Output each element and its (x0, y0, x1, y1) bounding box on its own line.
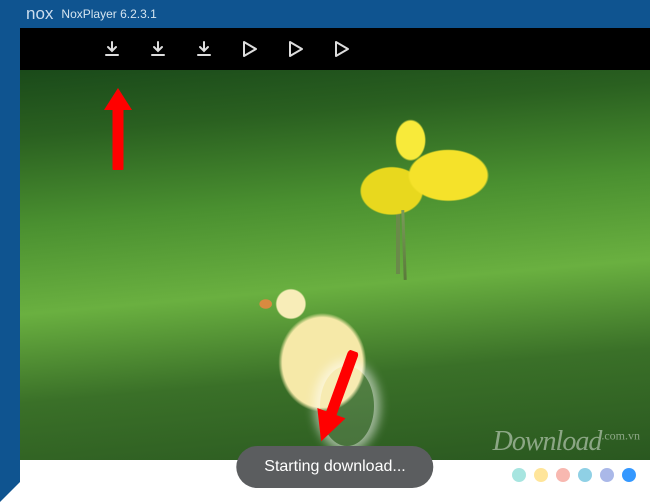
toolbar (20, 28, 650, 70)
window-title: NoxPlayer 6.2.3.1 (61, 7, 156, 21)
annotation-arrow-up (100, 84, 136, 175)
watermark-text: Download (493, 426, 602, 457)
pager-dot[interactable] (512, 468, 526, 482)
toast-message: Starting download... (264, 458, 405, 475)
play-3-icon[interactable] (332, 39, 352, 59)
pager-dot[interactable] (578, 468, 592, 482)
download-3-icon[interactable] (194, 39, 214, 59)
download-2-icon[interactable] (148, 39, 168, 59)
app-logo: nox (26, 4, 53, 24)
pager-dot[interactable] (622, 468, 636, 482)
download-1-icon[interactable] (102, 39, 122, 59)
watermark: Download.com.vn (493, 426, 640, 458)
toast-notification: Starting download... (236, 446, 433, 488)
pager-dots (512, 468, 636, 482)
play-1-icon[interactable] (240, 39, 260, 59)
watermark-suffix: .com.vn (601, 429, 640, 443)
app-window: nox NoxPlayer 6.2.3.1 (0, 0, 650, 502)
titlebar: nox NoxPlayer 6.2.3.1 (20, 0, 650, 28)
pager-dot[interactable] (600, 468, 614, 482)
pager-dot[interactable] (556, 468, 570, 482)
play-2-icon[interactable] (286, 39, 306, 59)
pager-dot[interactable] (534, 468, 548, 482)
flower-stem (402, 210, 407, 280)
content-area: Download.com.vn Starting download... (20, 28, 650, 482)
